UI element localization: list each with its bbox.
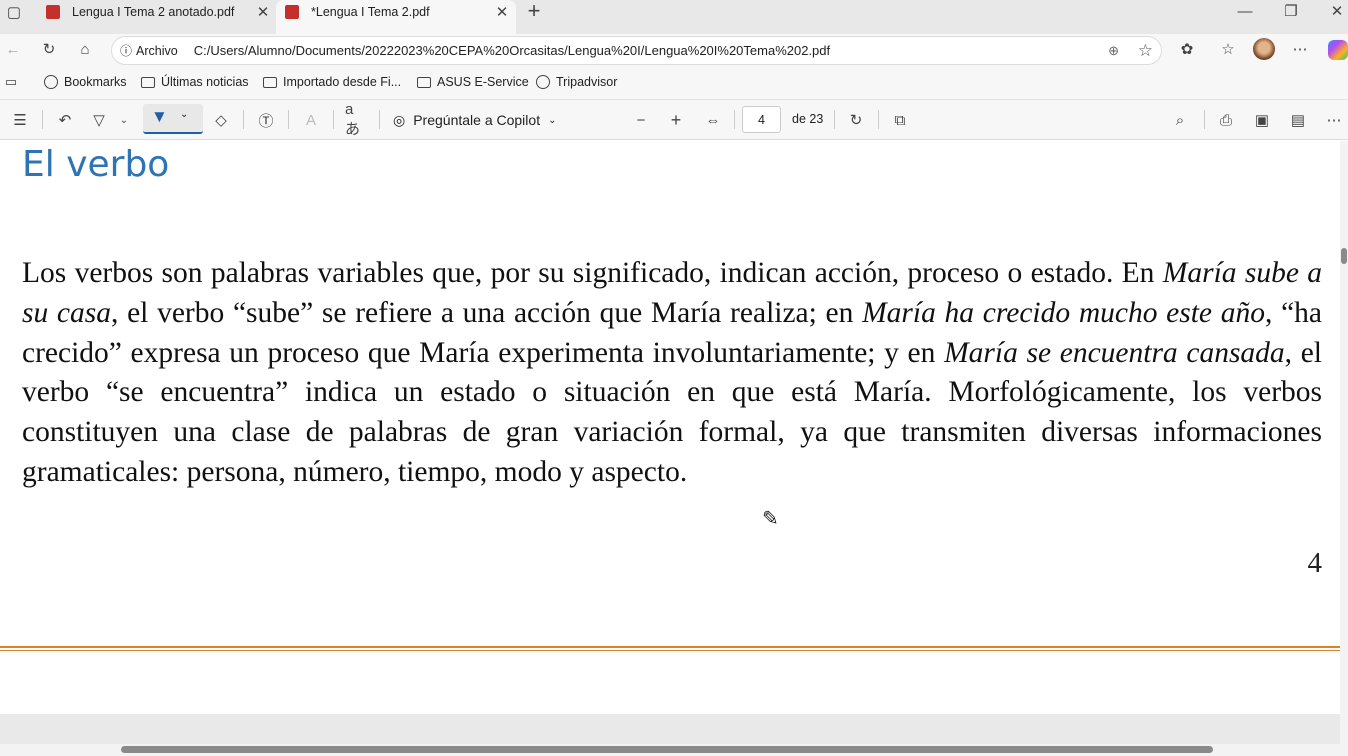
bookmark-label: Tripadvisor [556,75,618,89]
page-total: de 23 [792,112,824,126]
chevron-down-icon[interactable]: ⌄ [117,110,131,130]
highlight-icon[interactable]: ▽ [89,110,109,130]
search-icon[interactable]: ⌕ [1170,110,1190,130]
tab-anotado[interactable]: Lengua I Tema 2 anotado.pdf [46,0,234,24]
chevron-down-icon: ⌄ [548,114,557,126]
bookmark-item[interactable]: Importado desde Fi... [263,75,401,89]
pdf-icon [46,5,60,19]
minimize-icon[interactable]: — [1236,2,1254,20]
zoom-in-icon[interactable]: + [666,110,686,130]
eraser-icon[interactable]: ◇ [211,110,231,130]
bookmark-item[interactable]: Tripadvisor [536,75,617,89]
folder-icon [263,76,277,88]
favorite-star-icon[interactable]: ☆ [1138,41,1153,61]
translate-icon[interactable]: aあ [345,101,367,138]
copilot-icon[interactable] [1328,40,1348,60]
tab-bar: ▢ Lengua I Tema 2 anotado.pdf ✕ *Lengua … [0,0,1348,34]
bookmark-label: Últimas noticias [161,75,249,89]
profile-avatar[interactable] [1253,38,1275,60]
more-icon[interactable]: ⋯ [1290,40,1310,58]
paragraph-text: , el verbo “sube” se refiere a una acció… [111,296,863,329]
draw-icon: ▼ [151,107,168,126]
page-current: 4 [758,112,765,127]
page-gap [0,714,1340,744]
bookmark-label: Bookmarks [64,75,127,89]
back-icon[interactable]: ← [4,40,22,58]
pdf-icon [285,5,299,19]
extensions-icon[interactable]: ✿ [1178,40,1196,58]
bookmarks-bar: ▭ Bookmarks Últimas noticias Importado d… [0,66,1348,100]
vertical-scrollbar[interactable] [1340,141,1348,744]
close-window-icon[interactable]: ✕ [1328,2,1346,20]
horizontal-scroll-thumb[interactable] [121,746,1213,753]
fit-width-icon[interactable]: ⇔ [703,110,723,130]
tab-label: *Lengua I Tema 2.pdf [311,5,430,19]
draw-tool-button[interactable]: ▼ ⌄ [143,104,203,134]
address-bar[interactable]: ⓘ Archivo C:/Users/Alumno/Documents/2022… [111,36,1162,65]
rotate-icon[interactable]: ↻ [846,110,866,130]
folder-icon [417,76,431,88]
refresh-icon[interactable]: ↻ [40,40,58,58]
globe-icon [536,75,550,89]
home-icon[interactable]: ⌂ [76,40,94,58]
close-tab-icon[interactable]: ✕ [255,3,271,21]
bookmark-item[interactable]: Últimas noticias [141,75,249,89]
italic-example: María ha crecido mucho este año [862,296,1265,329]
italic-example: María se encuentra cansada [944,336,1285,369]
copilot-icon: ◎ [393,111,406,128]
copilot-label: Pregúntale a Copilot [413,112,541,128]
scheme-label: Archivo [136,43,178,58]
undo-icon[interactable]: ↶ [55,110,75,130]
url-text[interactable]: C:/Users/Alumno/Documents/20222023%20CEP… [194,43,830,58]
page-view-icon[interactable]: ⧉ [890,110,910,130]
folder-icon [141,76,155,88]
reading-icon[interactable]: ▭ [3,74,19,90]
bookmark-item[interactable]: ASUS E-Service [417,75,529,89]
bookmark-item[interactable]: Bookmarks [44,75,127,89]
pdf-page: El verbo Los verbos son palabras variabl… [0,141,1340,714]
bookmark-label: ASUS E-Service [437,75,529,89]
read-aloud-icon[interactable]: A [301,110,321,130]
close-tab-icon[interactable]: ✕ [494,3,510,21]
copilot-button[interactable]: ◎ Pregúntale a Copilot ⌄ [393,110,556,130]
save-as-icon[interactable]: ▤ [1288,110,1308,130]
chevron-down-icon: ⌄ [180,109,189,120]
restore-icon[interactable]: ❐ [1282,2,1300,20]
page-number-input[interactable]: 4 [742,106,781,133]
print-icon[interactable]: ⎙ [1216,110,1236,130]
section-title: El verbo [22,144,170,185]
new-tab-icon[interactable]: + [524,0,544,23]
favorites-icon[interactable]: ☆ [1218,40,1238,58]
globe-icon [44,75,58,89]
bookmark-label: Importado desde Fi... [283,75,402,89]
contents-icon[interactable]: ☰ [10,110,30,130]
tab-lengua[interactable]: *Lengua I Tema 2.pdf [285,0,430,24]
text-box-icon[interactable]: Ⓣ [256,110,276,130]
paragraph-text: Los verbos son palabras variables que, p… [22,257,1163,289]
info-icon: ⓘ [120,44,133,58]
zoom-icon[interactable]: ⊕ [1108,43,1119,59]
page-rule [0,646,1340,651]
vertical-scroll-thumb[interactable] [1341,248,1347,264]
pdf-toolbar: ☰ ↶ ▽ ⌄ ▼ ⌄ ◇ Ⓣ A aあ ◎ Pregúntale a Copil… [0,100,1348,140]
more-options-icon[interactable]: ⋯ [1324,110,1344,130]
tab-label: Lengua I Tema 2 anotado.pdf [72,5,235,19]
tab-actions-icon[interactable]: ▢ [6,4,22,21]
zoom-out-icon[interactable]: − [631,110,651,130]
page-number: 4 [1307,547,1323,579]
pencil-cursor-icon: ✎ [762,508,779,530]
save-icon[interactable]: ▣ [1252,110,1272,130]
body-paragraph: Los verbos son palabras variables que, p… [22,254,1322,493]
navigation-bar: ← ↻ ⌂ ⓘ Archivo C:/Users/Alumno/Document… [0,34,1348,66]
